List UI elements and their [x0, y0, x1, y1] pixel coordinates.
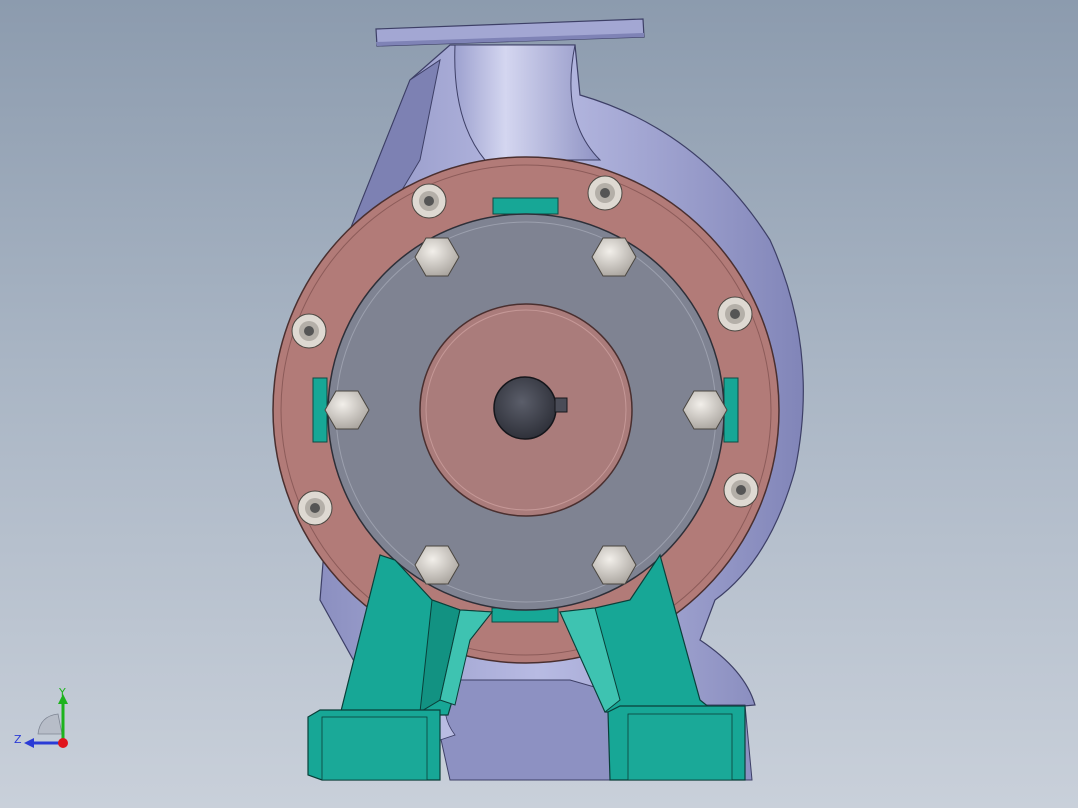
- x-axis-dot: [58, 738, 68, 748]
- z-axis-arrow-icon: [24, 738, 34, 748]
- pump-model[interactable]: [0, 0, 1078, 808]
- socket-bolt: [587, 175, 623, 211]
- triad-plane-icon: [37, 713, 63, 735]
- y-axis-label: Y: [58, 686, 66, 699]
- z-axis-label: Z: [14, 733, 22, 746]
- orientation-triad: Y Z: [14, 686, 68, 748]
- socket-bolt: [297, 490, 333, 526]
- discharge-flange[interactable]: [375, 18, 645, 47]
- socket-bolt: [291, 313, 327, 349]
- socket-bolt: [717, 296, 753, 332]
- socket-bolt: [723, 472, 759, 508]
- graphics-viewport[interactable]: Y Z: [0, 0, 1078, 808]
- socket-bolt: [411, 183, 447, 219]
